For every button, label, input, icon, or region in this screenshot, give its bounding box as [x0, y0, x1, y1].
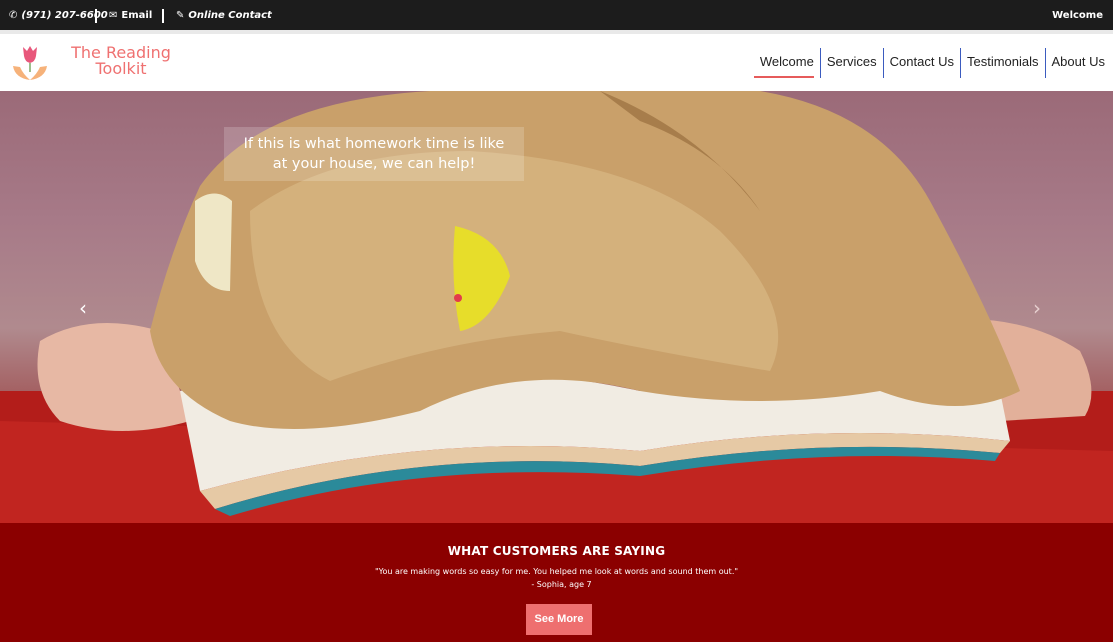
chevron-right-icon: ›	[1033, 296, 1041, 320]
nav-item-testimonials[interactable]: Testimonials	[959, 48, 1045, 78]
top-bar-divider	[95, 9, 97, 23]
hero-caption-line1: If this is what homework time is like	[243, 136, 505, 152]
logo[interactable]: The Reading Toolkit	[11, 42, 171, 86]
site-header: The Reading Toolkit Welcome Services Con…	[0, 34, 1113, 91]
hero-image	[0, 91, 1113, 523]
top-bar-welcome-link[interactable]: Welcome	[1052, 0, 1103, 30]
carousel-next-button[interactable]: ›	[1030, 298, 1044, 318]
hero-carousel: If this is what homework time is like at…	[0, 91, 1113, 523]
online-contact-label: Online Contact	[188, 9, 272, 21]
testimonials-section: WHAT CUSTOMERS ARE SAYING "You are makin…	[0, 523, 1113, 642]
nav-item-welcome[interactable]: Welcome	[753, 48, 820, 78]
phone-icon: ✆	[9, 9, 18, 21]
testimonial-quote: "You are making words so easy for me. Yo…	[374, 567, 739, 576]
email-label: Email	[121, 9, 153, 21]
carousel-prev-button[interactable]: ‹	[76, 298, 90, 318]
logo-text-line2: Toolkit	[95, 59, 147, 78]
phone-link[interactable]: ✆ (971) 207-6600	[9, 0, 108, 30]
top-bar: ✆ (971) 207-6600 ✉ Email ✎ Online Contac…	[0, 0, 1113, 30]
nav-item-contact-us[interactable]: Contact Us	[882, 48, 960, 78]
see-more-button[interactable]: See More	[526, 604, 592, 635]
top-bar-divider	[162, 9, 164, 23]
nav-item-services[interactable]: Services	[819, 48, 883, 78]
testimonial-author: - Sophia, age 7	[531, 580, 592, 589]
email-link[interactable]: ✉ Email	[109, 0, 152, 30]
chevron-left-icon: ‹	[79, 296, 87, 320]
online-contact-link[interactable]: ✎ Online Contact	[176, 0, 272, 30]
tulip-hands-icon	[13, 46, 47, 80]
top-bar-welcome-label: Welcome	[1052, 9, 1103, 21]
testimonials-heading: WHAT CUSTOMERS ARE SAYING	[447, 544, 666, 558]
hero-caption-line2: at your house, we can help!	[272, 156, 476, 172]
pencil-icon: ✎	[176, 9, 185, 21]
logo-text: The Reading Toolkit	[56, 45, 186, 77]
main-nav: Welcome Services Contact Us Testimonials…	[753, 48, 1111, 78]
hero-caption: If this is what homework time is like at…	[224, 127, 524, 181]
envelope-icon: ✉	[109, 9, 118, 21]
nav-item-about-us[interactable]: About Us	[1044, 48, 1111, 78]
